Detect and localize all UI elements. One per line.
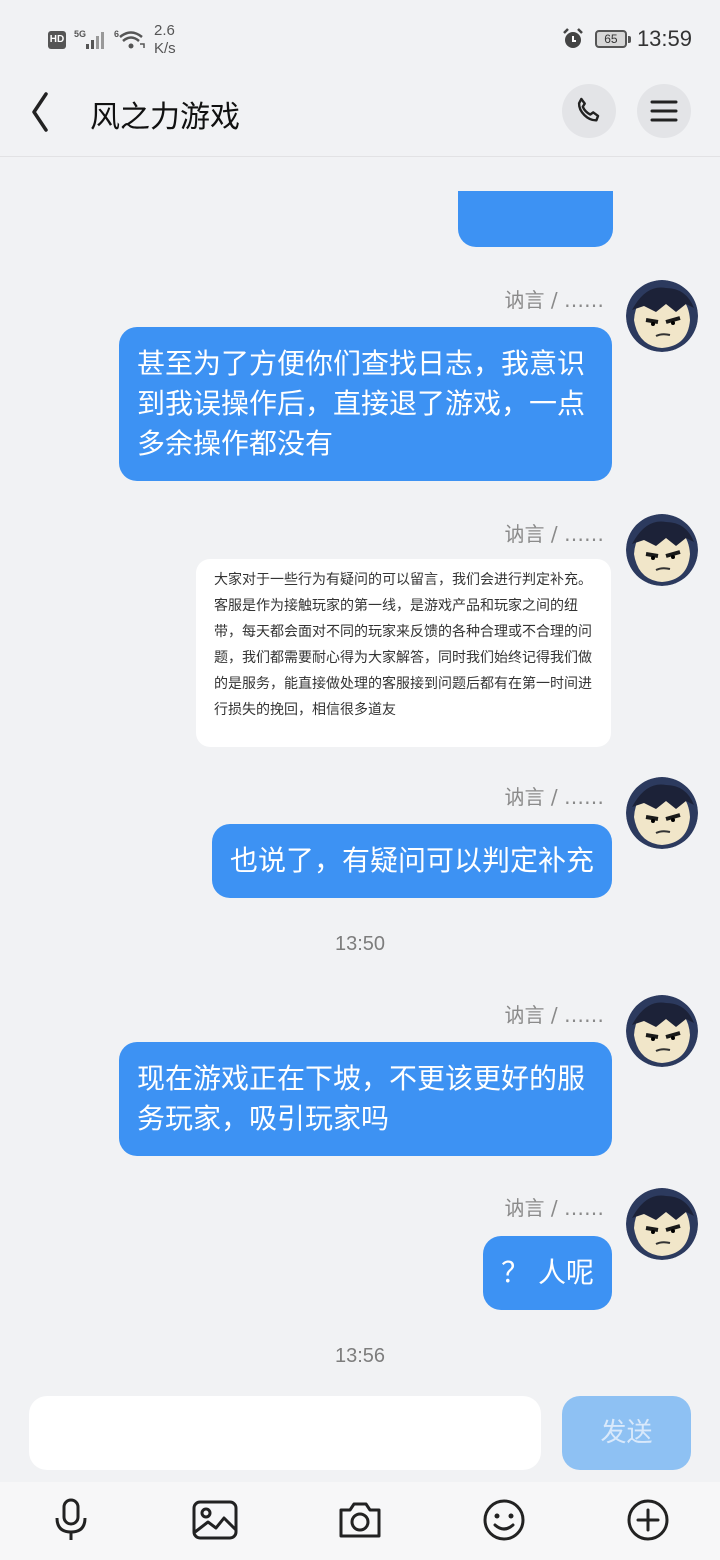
timestamp: 13:56 [334,1345,386,1367]
image-message-text: 大家对于一些行为有疑问的可以留言，我们会进行判定补充。 客服是作为接触玩家的第一… [214,572,592,718]
chat-title: 风之力游戏 [90,100,240,135]
avatar[interactable] [626,1188,698,1260]
menu-icon [650,100,678,122]
clock: 13:59 [636,26,692,51]
sender-name: 讷言 / …… [504,1196,604,1220]
speed-unit: K/s [154,40,176,57]
avatar[interactable] [626,777,698,849]
more-button[interactable] [618,1490,678,1550]
timestamp: 13:50 [334,933,386,955]
sender-name: 讷言 / …… [504,522,604,546]
hd-badge: HD [48,31,66,49]
image-button[interactable] [185,1490,245,1550]
speed-value: 2.6 [154,22,175,39]
alarm-icon [563,28,583,48]
message-bubble[interactable]: 甚至为了方便你们查找日志，我意识到我误操作后，直接退了游戏，一点多余操作都没有 [119,327,612,481]
back-arrow-icon [32,92,48,132]
camera-button[interactable] [330,1490,390,1550]
chat-header: 风之力游戏 [0,80,720,157]
microphone-icon [55,1498,87,1540]
sender-name: 讷言 / …… [504,1003,604,1027]
image-message[interactable]: 大家对于一些行为有疑问的可以留言，我们会进行判定补充。 客服是作为接触玩家的第一… [196,559,611,747]
avatar[interactable] [626,995,698,1067]
net1-label: 5G [74,29,86,39]
image-icon [192,1500,238,1540]
message-bubble[interactable]: 也说了，有疑问可以判定补充 [211,824,612,898]
status-bar: HD 5G 6 2.6 K/s 65 13:59 [0,0,720,80]
back-button[interactable] [24,90,58,134]
camera-icon [339,1502,381,1538]
avatar[interactable] [626,280,698,352]
call-button[interactable] [562,84,616,138]
emoji-icon [483,1499,525,1541]
phone-icon [577,97,600,122]
network-speed: 2.6 K/s [154,22,176,58]
sender-name: 讷言 / …… [504,785,604,809]
message-bubble[interactable]: 现在游戏正在下坡，不更该更好的服务玩家，吸引玩家吗 [119,1042,612,1156]
clipped-previous-message [0,157,720,247]
sender-name: 讷言 / …… [504,288,604,312]
avatar[interactable] [626,514,698,586]
message-bubble[interactable]: ？ 人呢 [483,1236,612,1310]
menu-button[interactable] [637,84,691,138]
voice-button[interactable] [41,1490,101,1550]
signal-icon: 5G 6 [74,28,152,56]
plus-icon [627,1499,669,1541]
emoji-button[interactable] [474,1490,534,1550]
battery-icon: 65 [594,30,631,48]
net2-label: 6 [114,29,119,39]
message-input[interactable] [29,1396,541,1470]
composer-toolbar [0,1482,720,1560]
send-button[interactable]: 发送 [562,1396,691,1470]
